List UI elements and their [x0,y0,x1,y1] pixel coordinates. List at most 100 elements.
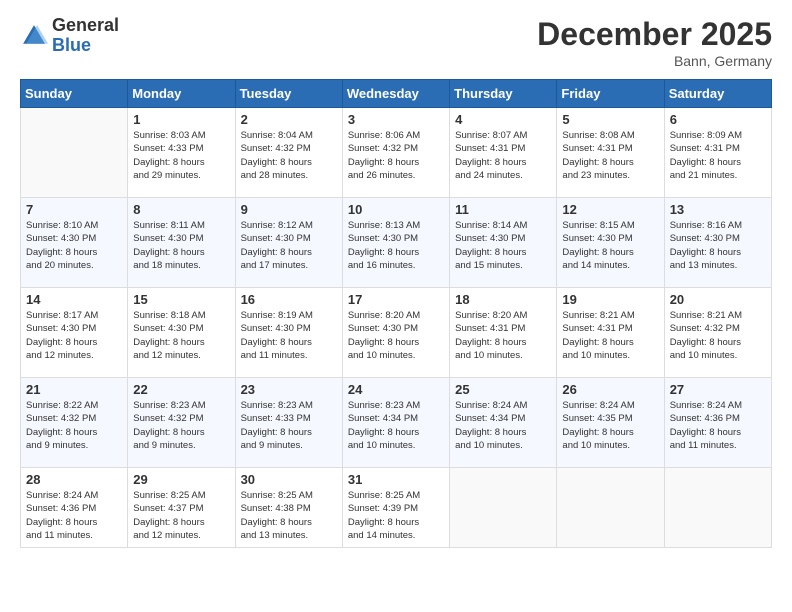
logo: General Blue [20,16,119,56]
calendar-cell: 24 Sunrise: 8:23 AM Sunset: 4:34 PM Dayli… [342,378,449,468]
calendar-header-row: SundayMondayTuesdayWednesdayThursdayFrid… [21,80,772,108]
calendar-cell [21,108,128,198]
day-info: Sunrise: 8:11 AM Sunset: 4:30 PM Dayligh… [133,219,229,272]
day-number: 25 [455,382,551,397]
calendar-cell: 9 Sunrise: 8:12 AM Sunset: 4:30 PM Daylig… [235,198,342,288]
day-number: 13 [670,202,766,217]
calendar-cell: 19 Sunrise: 8:21 AM Sunset: 4:31 PM Dayli… [557,288,664,378]
day-number: 17 [348,292,444,307]
calendar-cell: 25 Sunrise: 8:24 AM Sunset: 4:34 PM Dayli… [450,378,557,468]
calendar-cell: 7 Sunrise: 8:10 AM Sunset: 4:30 PM Daylig… [21,198,128,288]
month-year-title: December 2025 [537,16,772,53]
calendar-cell: 17 Sunrise: 8:20 AM Sunset: 4:30 PM Dayli… [342,288,449,378]
logo-blue-text: Blue [52,35,91,55]
day-number: 23 [241,382,337,397]
day-info: Sunrise: 8:04 AM Sunset: 4:32 PM Dayligh… [241,129,337,182]
day-info: Sunrise: 8:25 AM Sunset: 4:39 PM Dayligh… [348,489,444,542]
day-info: Sunrise: 8:23 AM Sunset: 4:34 PM Dayligh… [348,399,444,452]
day-number: 18 [455,292,551,307]
day-info: Sunrise: 8:15 AM Sunset: 4:30 PM Dayligh… [562,219,658,272]
calendar-day-header: Thursday [450,80,557,108]
calendar-day-header: Sunday [21,80,128,108]
calendar-cell: 30 Sunrise: 8:25 AM Sunset: 4:38 PM Dayli… [235,468,342,548]
day-info: Sunrise: 8:18 AM Sunset: 4:30 PM Dayligh… [133,309,229,362]
day-number: 10 [348,202,444,217]
day-info: Sunrise: 8:03 AM Sunset: 4:33 PM Dayligh… [133,129,229,182]
day-number: 16 [241,292,337,307]
day-info: Sunrise: 8:10 AM Sunset: 4:30 PM Dayligh… [26,219,122,272]
day-info: Sunrise: 8:09 AM Sunset: 4:31 PM Dayligh… [670,129,766,182]
calendar-cell: 27 Sunrise: 8:24 AM Sunset: 4:36 PM Dayli… [664,378,771,468]
day-number: 2 [241,112,337,127]
day-info: Sunrise: 8:07 AM Sunset: 4:31 PM Dayligh… [455,129,551,182]
day-info: Sunrise: 8:24 AM Sunset: 4:35 PM Dayligh… [562,399,658,452]
day-info: Sunrise: 8:13 AM Sunset: 4:30 PM Dayligh… [348,219,444,272]
day-number: 22 [133,382,229,397]
calendar-cell: 16 Sunrise: 8:19 AM Sunset: 4:30 PM Dayli… [235,288,342,378]
location-text: Bann, Germany [537,53,772,69]
day-number: 9 [241,202,337,217]
calendar-cell: 23 Sunrise: 8:23 AM Sunset: 4:33 PM Dayli… [235,378,342,468]
day-number: 3 [348,112,444,127]
calendar-cell: 31 Sunrise: 8:25 AM Sunset: 4:39 PM Dayli… [342,468,449,548]
calendar-cell: 5Sunrise: 8:08 AM Sunset: 4:31 PM Daylig… [557,108,664,198]
day-number: 29 [133,472,229,487]
day-info: Sunrise: 8:21 AM Sunset: 4:31 PM Dayligh… [562,309,658,362]
calendar-cell: 10 Sunrise: 8:13 AM Sunset: 4:30 PM Dayli… [342,198,449,288]
day-info: Sunrise: 8:06 AM Sunset: 4:32 PM Dayligh… [348,129,444,182]
calendar-cell: 20Sunrise: 8:21 AM Sunset: 4:32 PM Dayli… [664,288,771,378]
calendar-day-header: Monday [128,80,235,108]
calendar-table: SundayMondayTuesdayWednesdayThursdayFrid… [20,79,772,548]
calendar-cell: 14Sunrise: 8:17 AM Sunset: 4:30 PM Dayli… [21,288,128,378]
day-number: 6 [670,112,766,127]
day-number: 19 [562,292,658,307]
day-info: Sunrise: 8:20 AM Sunset: 4:31 PM Dayligh… [455,309,551,362]
calendar-cell: 1 Sunrise: 8:03 AM Sunset: 4:33 PM Daylig… [128,108,235,198]
calendar-cell: 21Sunrise: 8:22 AM Sunset: 4:32 PM Dayli… [21,378,128,468]
calendar-cell: 28Sunrise: 8:24 AM Sunset: 4:36 PM Dayli… [21,468,128,548]
day-number: 20 [670,292,766,307]
calendar-week-row: 28Sunrise: 8:24 AM Sunset: 4:36 PM Dayli… [21,468,772,548]
logo-icon [20,22,48,50]
calendar-cell: 18 Sunrise: 8:20 AM Sunset: 4:31 PM Dayli… [450,288,557,378]
calendar-cell: 8 Sunrise: 8:11 AM Sunset: 4:30 PM Daylig… [128,198,235,288]
day-info: Sunrise: 8:25 AM Sunset: 4:38 PM Dayligh… [241,489,337,542]
day-number: 28 [26,472,122,487]
day-info: Sunrise: 8:25 AM Sunset: 4:37 PM Dayligh… [133,489,229,542]
day-number: 26 [562,382,658,397]
calendar-cell: 3 Sunrise: 8:06 AM Sunset: 4:32 PM Daylig… [342,108,449,198]
calendar-day-header: Tuesday [235,80,342,108]
day-number: 21 [26,382,122,397]
day-info: Sunrise: 8:20 AM Sunset: 4:30 PM Dayligh… [348,309,444,362]
calendar-cell: 4 Sunrise: 8:07 AM Sunset: 4:31 PM Daylig… [450,108,557,198]
calendar-cell [664,468,771,548]
day-number: 8 [133,202,229,217]
day-number: 24 [348,382,444,397]
day-number: 5 [562,112,658,127]
day-number: 31 [348,472,444,487]
day-number: 14 [26,292,122,307]
calendar-cell: 2 Sunrise: 8:04 AM Sunset: 4:32 PM Daylig… [235,108,342,198]
day-info: Sunrise: 8:23 AM Sunset: 4:32 PM Dayligh… [133,399,229,452]
page-header: General Blue December 2025 Bann, Germany [20,16,772,69]
calendar-cell: 29 Sunrise: 8:25 AM Sunset: 4:37 PM Dayli… [128,468,235,548]
calendar-cell [557,468,664,548]
day-info: Sunrise: 8:19 AM Sunset: 4:30 PM Dayligh… [241,309,337,362]
day-number: 15 [133,292,229,307]
day-number: 7 [26,202,122,217]
day-number: 1 [133,112,229,127]
day-number: 4 [455,112,551,127]
calendar-cell: 22 Sunrise: 8:23 AM Sunset: 4:32 PM Dayli… [128,378,235,468]
day-info: Sunrise: 8:24 AM Sunset: 4:34 PM Dayligh… [455,399,551,452]
calendar-week-row: 14Sunrise: 8:17 AM Sunset: 4:30 PM Dayli… [21,288,772,378]
calendar-day-header: Friday [557,80,664,108]
day-info: Sunrise: 8:23 AM Sunset: 4:33 PM Dayligh… [241,399,337,452]
day-info: Sunrise: 8:16 AM Sunset: 4:30 PM Dayligh… [670,219,766,272]
calendar-cell: 12Sunrise: 8:15 AM Sunset: 4:30 PM Dayli… [557,198,664,288]
day-info: Sunrise: 8:24 AM Sunset: 4:36 PM Dayligh… [670,399,766,452]
day-number: 27 [670,382,766,397]
day-info: Sunrise: 8:14 AM Sunset: 4:30 PM Dayligh… [455,219,551,272]
day-info: Sunrise: 8:12 AM Sunset: 4:30 PM Dayligh… [241,219,337,272]
day-number: 30 [241,472,337,487]
calendar-cell: 6 Sunrise: 8:09 AM Sunset: 4:31 PM Daylig… [664,108,771,198]
